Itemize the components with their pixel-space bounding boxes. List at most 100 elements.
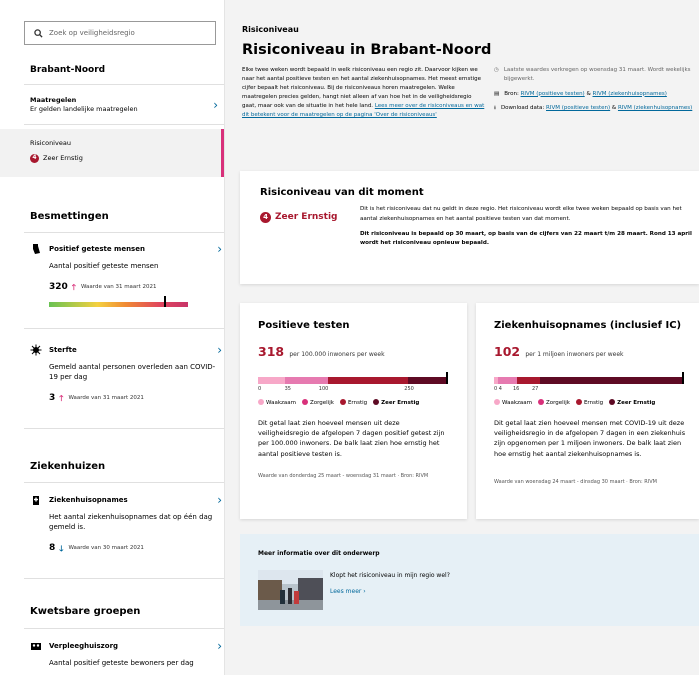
current-level-label: Zeer Ernstig — [275, 212, 338, 222]
testen-value: 318 — [258, 343, 285, 359]
legend-item-zeer-ernstig: Zeer Ernstig — [373, 398, 420, 408]
section-ziekenhuizen: Ziekenhuizen — [30, 461, 106, 472]
intro-text: Elke twee weken wordt bepaald in welk ri… — [242, 66, 487, 120]
page-kicker: Risiconiveau — [242, 25, 299, 34]
chevron-right-icon: › — [213, 98, 218, 113]
more-info-heading: Meer informatie over dit onderwerp — [258, 550, 380, 557]
metric-title: Ziekenhuisopnames — [30, 494, 220, 506]
nav-sterfte[interactable]: Sterfte › Gemeld aantal personen overled… — [30, 343, 222, 405]
tick: 100 — [318, 385, 329, 392]
testen-source: Waarde van donderdag 25 maart - woensdag… — [258, 473, 429, 480]
chevron-right-icon: › — [217, 639, 222, 653]
testen-card: Positieve testen 318 per 100.000 inwoner… — [240, 303, 467, 519]
divider — [24, 578, 224, 579]
legend-dot — [373, 398, 380, 405]
positief-bar — [49, 296, 188, 308]
opnames-value-row: 102 per 1 miljoen inwoners per week — [494, 343, 699, 361]
legend-label: Waakzaam — [266, 399, 296, 406]
metric-title: Positief geteste mensen — [30, 243, 220, 255]
testen-text: Dit getal laat zien hoeveel mensen uit d… — [258, 418, 445, 458]
divider — [24, 428, 224, 429]
scale-segment-zorgelijk — [284, 376, 329, 384]
meta-source-amp: & — [584, 90, 593, 97]
sterfte-value-row: 3 🡑 Waarde van 31 maart 2021 — [49, 392, 220, 405]
scale-segment-ernstig — [516, 376, 540, 384]
current-level-badge: 4 Zeer Ernstig — [260, 211, 338, 224]
sterfte-desc: Gemeld aantal personen overleden aan COV… — [49, 363, 216, 382]
testen-scale-ticks: 0 35 100 250 — [258, 386, 448, 394]
chevron-right-icon: › — [217, 242, 222, 256]
source-link-testen[interactable]: RIVM (positieve testen) — [521, 91, 585, 97]
testen-value-row: 318 per 100.000 inwoners per week — [258, 343, 449, 361]
divider — [24, 328, 224, 329]
tick: 35 — [284, 385, 291, 392]
nav-risiconiveau[interactable]: Risiconiveau 4 Zeer Ernstig — [0, 129, 224, 177]
divider — [24, 482, 224, 483]
legend-label: Zorgelijk — [310, 399, 334, 406]
more-info-panel: Meer informatie over dit onderwerp Klopt… — [240, 534, 699, 626]
chevron-right-icon: › — [217, 343, 222, 357]
sterfte-title: Sterfte — [49, 345, 77, 354]
hospital-icon — [33, 496, 39, 505]
virus-icon — [30, 344, 42, 356]
legend-dot — [575, 398, 582, 405]
tick: 250 — [404, 385, 414, 392]
tick: 0 — [494, 385, 498, 392]
section-kwetsbare: Kwetsbare groepen — [30, 606, 141, 617]
legend-item-zorgelijk: Zorgelijk — [538, 398, 570, 408]
download-link-opnames[interactable]: RIVM (ziekenhuisopnames) — [618, 105, 692, 111]
nav-risiconiveau-level: 4 Zeer Ernstig — [30, 154, 83, 164]
nav-verpleeghuiszorg[interactable]: Verpleeghuiszorg › Aantal positief getes… — [30, 639, 222, 668]
clock-icon: ◷ — [494, 67, 499, 73]
more-info-link[interactable]: Lees meer › — [330, 588, 366, 597]
nav-risiconiveau-title: Risiconiveau — [30, 139, 71, 147]
search-input[interactable]: Zoek op veiligheidsregio — [24, 21, 216, 45]
legend-label: Ernstig — [347, 399, 368, 406]
opnames-card: Ziekenhuisopnames (inclusief IC) 102 per… — [476, 303, 699, 519]
source-link-opnames[interactable]: RIVM (ziekenhuisopnames) — [593, 91, 667, 97]
meta-download-prefix: Download data: — [500, 105, 547, 112]
positief-title: Positief geteste mensen — [49, 244, 145, 253]
main-content: Risiconiveau Risiconiveau in Brabant-Noo… — [226, 0, 699, 675]
testen-scale-bar — [258, 371, 448, 384]
positief-note: Waarde van 31 maart 2021 — [80, 283, 157, 290]
scale-segment-waakzaam — [258, 376, 285, 384]
test-tube-icon — [33, 244, 40, 254]
opnames-legend: Waakzaam Zorgelijk Ernstig Zeer Ernstig — [494, 398, 699, 408]
scale-segment-zorgelijk — [497, 376, 517, 384]
level-label: Zeer Ernstig — [43, 154, 83, 162]
opnames-value: 102 — [494, 343, 521, 359]
legend-dot — [538, 398, 544, 405]
chevron-right-icon: › — [217, 493, 222, 507]
legend-label: Zorgelijk — [546, 399, 570, 406]
tick: 27 — [532, 385, 539, 392]
opnames-value: 8 — [49, 543, 56, 554]
more-info-thumbnail[interactable] — [258, 570, 323, 610]
current-level-text1: Dit is het risiconiveau dat nu geldt in … — [360, 206, 682, 222]
download-icon: ⭳ — [494, 105, 496, 112]
positief-desc: Aantal positief geteste mensen — [49, 262, 159, 270]
nav-positief-geteste[interactable]: Positief geteste mensen › Aantal positie… — [30, 242, 222, 308]
tick: 16 — [513, 385, 520, 392]
arrow-down-icon: 🡓 — [59, 544, 64, 553]
legend-item-waakzaam: Waakzaam — [494, 398, 532, 408]
elderly-care-icon — [31, 643, 41, 650]
sterfte-value: 3 — [49, 393, 56, 404]
metric-title: Sterfte — [30, 344, 220, 356]
level-badge: 4 — [30, 154, 39, 164]
nav-ziekenhuisopnames[interactable]: Ziekenhuisopnames › Het aantal ziekenhui… — [30, 493, 222, 555]
divider — [24, 84, 224, 85]
opnames-value-row: 8 🡓 Waarde van 30 maart 2021 — [49, 542, 220, 555]
search-icon — [34, 28, 43, 38]
testen-legend: Waakzaam Zorgelijk Ernstig Zeer Ernstig — [258, 398, 449, 408]
positief-value-row: 320 🡑 Waarde van 31 maart 2021 — [49, 281, 220, 294]
legend-label: Zeer Ernstig — [381, 399, 420, 406]
legend-dot — [494, 398, 500, 405]
download-link-testen[interactable]: RIVM (positieve testen) — [546, 105, 610, 111]
legend-item-zorgelijk: Zorgelijk — [302, 398, 334, 408]
opnames-title: Ziekenhuisopnames (inclusief IC) — [494, 320, 682, 331]
meta-updated-row: ◷ Laatste waardes verkregen op woensdag … — [494, 66, 699, 84]
nav-maatregelen[interactable]: Maatregelen Er gelden landelijke maatreg… — [24, 90, 224, 121]
legend-dot — [258, 398, 264, 405]
bar-marker — [164, 296, 167, 308]
